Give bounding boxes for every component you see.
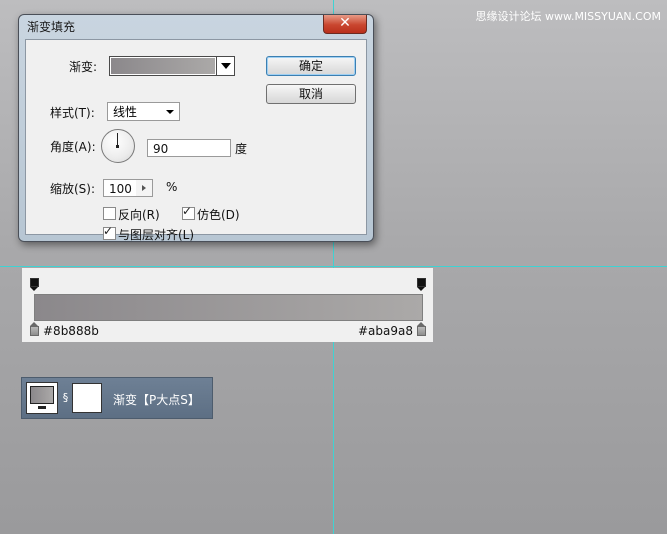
- opacity-stop-tip: [417, 287, 425, 291]
- layer-name[interactable]: 渐变【P大点S】: [113, 391, 200, 408]
- left-color-hex: #8b888b: [43, 324, 99, 338]
- dialog-client-area: 渐变: 样式(T): 线性 角度(A): 90 度 缩放(S): 100 % 反…: [25, 39, 367, 242]
- horizontal-guide-line: [0, 266, 667, 267]
- reverse-checkbox[interactable]: [103, 207, 116, 220]
- gradient-label: 渐变:: [69, 60, 98, 74]
- opacity-stop-icon: [30, 278, 39, 287]
- scale-unit: %: [166, 180, 178, 194]
- scale-label: 缩放(S):: [50, 182, 96, 196]
- close-button[interactable]: ✕: [323, 15, 367, 34]
- style-label: 样式(T):: [50, 106, 95, 120]
- scale-value: 100: [109, 182, 132, 196]
- dither-checkbox[interactable]: ✓: [182, 204, 195, 220]
- align-with-layer-checkbox[interactable]: ✓: [103, 224, 116, 240]
- angle-dial[interactable]: [101, 129, 135, 163]
- dialog-titlebar[interactable]: 渐变填充 ✕: [19, 15, 373, 37]
- layer-mask-thumbnail[interactable]: [72, 383, 102, 413]
- chevron-down-icon: [221, 63, 231, 69]
- style-select[interactable]: 线性: [107, 102, 180, 121]
- angle-input[interactable]: 90: [147, 139, 231, 157]
- watermark: 思缘设计论坛 www.MISSYUAN.COM: [475, 10, 661, 23]
- color-stop-icon: [417, 326, 426, 336]
- gradient-thumbnail-swatch: [30, 386, 54, 404]
- scale-slider-button[interactable]: [136, 179, 153, 197]
- angle-value: 90: [153, 142, 169, 156]
- right-color-hex: #aba9a8: [358, 324, 414, 338]
- reverse-label[interactable]: 反向(R): [118, 206, 160, 223]
- opacity-stop-right[interactable]: [417, 278, 426, 292]
- gradient-preview-swatch[interactable]: [111, 58, 215, 74]
- ok-button[interactable]: 确定: [266, 56, 356, 76]
- gradient-editor-strip: #8b888b #aba9a8: [22, 268, 433, 342]
- dither-label[interactable]: 仿色(D): [197, 206, 240, 223]
- angle-unit: 度: [235, 142, 248, 156]
- style-select-value: 线性: [113, 105, 138, 119]
- scale-input[interactable]: 100: [103, 179, 137, 197]
- checkmark-icon: ✓: [182, 204, 193, 218]
- color-stop-icon: [30, 326, 39, 336]
- link-icon[interactable]: §: [61, 391, 70, 405]
- opacity-stop-tip: [30, 287, 38, 291]
- color-stop-left[interactable]: [30, 322, 39, 337]
- chevron-down-icon: [166, 110, 174, 114]
- gradient-bar[interactable]: [34, 294, 423, 321]
- color-stop-right[interactable]: [417, 322, 426, 337]
- gradient-dropdown-button[interactable]: [216, 57, 234, 75]
- chevron-right-icon: [142, 185, 146, 191]
- checkmark-icon: ✓: [103, 224, 114, 238]
- align-with-layer-label[interactable]: 与图层对齐(L): [118, 226, 194, 243]
- cancel-button[interactable]: 取消: [266, 84, 356, 104]
- dialog-title: 渐变填充: [27, 20, 76, 34]
- opacity-stop-icon: [417, 278, 426, 287]
- gradient-fill-layer-thumbnail[interactable]: [26, 382, 58, 414]
- angle-label: 角度(A):: [50, 140, 96, 154]
- close-icon: ✕: [339, 15, 351, 31]
- gradient-picker[interactable]: [109, 56, 235, 76]
- opacity-stop-left[interactable]: [30, 278, 39, 292]
- angle-center: [116, 145, 119, 148]
- layer-row[interactable]: § 渐变【P大点S】: [21, 377, 213, 419]
- gradient-fill-dialog: 渐变填充 ✕ 渐变: 样式(T): 线性 角度(A): 90 度 缩放(S): …: [18, 14, 374, 242]
- gradient-thumbnail-base: [38, 406, 46, 409]
